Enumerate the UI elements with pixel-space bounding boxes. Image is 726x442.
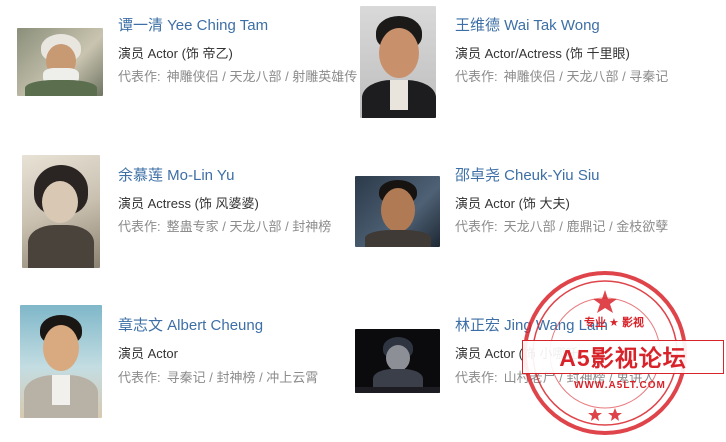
works-label: 代表作: xyxy=(455,370,498,385)
works-list[interactable]: 寻秦记 / 封神榜 / 冲上云霄 xyxy=(167,370,319,385)
works-list[interactable]: 神雕侠侣 / 天龙八部 / 射雕英雄传 xyxy=(167,69,358,84)
person-photo[interactable] xyxy=(20,305,102,418)
person-name-link[interactable]: 谭一清 Yee Ching Tam xyxy=(118,14,268,35)
person-role: 演员 Actor (饰 大夫) xyxy=(455,196,570,211)
person-works: 代表作: 天龙八部 / 鹿鼎记 / 金枝欲孽 xyxy=(455,215,705,239)
person-role: 演员 Actor xyxy=(118,346,178,361)
person-works: 代表作: 神雕侠侣 / 天龙八部 / 寻秦记 xyxy=(455,65,705,89)
person-name-link[interactable]: 余慕莲 Mo-Lin Yu xyxy=(118,164,234,185)
watermark-top-text: 专业 ★ 影视 xyxy=(584,317,644,329)
person-photo[interactable] xyxy=(360,6,436,118)
watermark-url: WWW.A5LT.COM xyxy=(574,380,666,391)
person-role: 演员 Actress (饰 风婆婆) xyxy=(118,196,259,211)
watermark-main-text: A5影视论坛 xyxy=(522,340,724,374)
works-label: 代表作: xyxy=(455,69,498,84)
person-photo[interactable] xyxy=(355,176,440,247)
works-list[interactable]: 神雕侠侣 / 天龙八部 / 寻秦记 xyxy=(504,69,669,84)
works-label: 代表作: xyxy=(118,219,161,234)
works-label: 代表作: xyxy=(118,69,161,84)
person-photo[interactable] xyxy=(22,155,100,268)
person-name-link[interactable]: 王维德 Wai Tak Wong xyxy=(455,14,600,35)
works-label: 代表作: xyxy=(118,370,161,385)
person-role: 演员 Actor/Actress (饰 千里眼) xyxy=(455,46,630,61)
works-label: 代表作: xyxy=(455,219,498,234)
person-role: 演员 Actor (饰 帝乙) xyxy=(118,46,233,61)
person-works: 代表作: 寻秦记 / 封神榜 / 冲上云霄 xyxy=(118,366,368,390)
person-photo[interactable] xyxy=(17,28,103,96)
person-name-link[interactable]: 章志文 Albert Cheung xyxy=(118,314,263,335)
person-works: 代表作: 神雕侠侣 / 天龙八部 / 射雕英雄传 xyxy=(118,65,358,89)
person-name-link[interactable]: 邵卓尧 Cheuk-Yiu Siu xyxy=(455,164,600,185)
person-works: 代表作: 整蛊专家 / 天龙八部 / 封神榜 xyxy=(118,215,368,239)
person-photo[interactable] xyxy=(355,329,440,393)
works-list[interactable]: 天龙八部 / 鹿鼎记 / 金枝欲孽 xyxy=(504,219,669,234)
works-list[interactable]: 整蛊专家 / 天龙八部 / 封神榜 xyxy=(167,219,332,234)
